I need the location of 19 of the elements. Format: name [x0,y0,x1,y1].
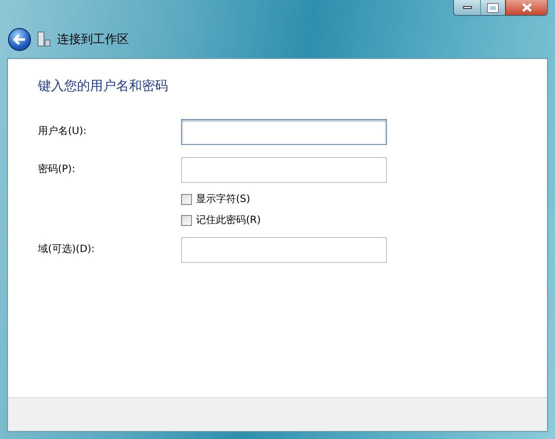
back-button[interactable] [8,28,31,50]
heading: 键入您的用户名和密码 [38,78,169,96]
maximize-button[interactable] [480,0,505,15]
field-label: 用户名(U): [38,124,88,139]
checkbox-option[interactable]: 显示字符(S) [181,188,250,210]
field-label: 密码(P): [38,162,76,177]
close-button[interactable] [505,0,547,15]
close-icon [522,3,532,12]
window-title: 连接到工作区 [57,31,129,48]
network-folder-icon [37,31,51,47]
minimize-button[interactable] [454,0,480,15]
input-field[interactable] [181,118,387,144]
input-field[interactable] [181,156,387,182]
checkbox[interactable] [181,214,192,226]
field-label: 域(可选)(D): [38,242,96,257]
checkbox[interactable] [181,194,192,204]
checkbox-option[interactable]: 记住此密码(R) [181,210,261,230]
input-field[interactable] [181,236,387,262]
back-arrow-icon [13,34,26,44]
